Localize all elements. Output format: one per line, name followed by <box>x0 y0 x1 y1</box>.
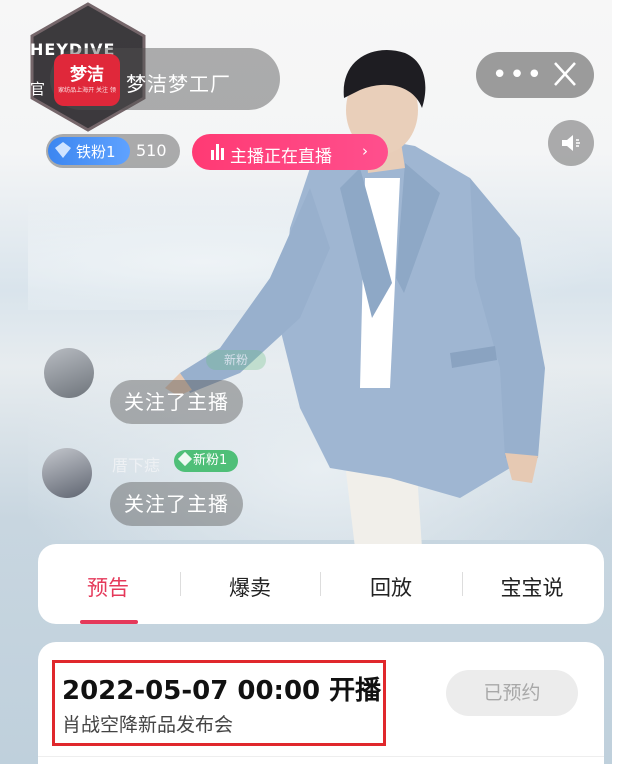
tab-hot-sale[interactable]: 爆卖 <box>190 572 310 602</box>
hex-badge-sub: 官 <box>30 80 46 98</box>
schedule-time: 2022-05-07 00:00 开播 <box>62 676 382 706</box>
store-name[interactable]: 梦洁梦工厂 <box>126 68 231 97</box>
tab-preview[interactable]: 预告 <box>48 572 168 602</box>
chat-username: 厝下痣 <box>112 456 161 475</box>
more-options-icon[interactable]: ••• <box>492 60 544 90</box>
diamond-icon <box>177 451 193 467</box>
divider <box>38 756 604 757</box>
chat-username: TATA爱洁 <box>112 354 182 373</box>
tab-divider <box>462 572 463 596</box>
close-icon[interactable] <box>552 60 578 88</box>
fans-level-label: 铁粉1 <box>76 143 116 161</box>
tab-reviews[interactable]: 宝宝说 <box>472 572 592 602</box>
diamond-icon <box>55 142 71 158</box>
new-fan-tag: 新粉1 <box>174 450 238 472</box>
store-logo-sub: 家纺品上海开 关注 领 <box>58 87 116 94</box>
schedule-title: 肖战空降新品发布会 <box>62 714 234 736</box>
tab-divider <box>320 572 321 596</box>
live-stream-view: HEYDIVE 官 梦洁 家纺品上海开 关注 领 梦洁梦工厂 ••• 铁粉1 5… <box>0 0 640 764</box>
store-logo-text: 梦洁 <box>70 65 104 85</box>
live-bars-icon <box>211 144 224 160</box>
chat-message: 关注了主播 <box>110 380 243 424</box>
new-fan-tag: 新粉 <box>206 350 266 370</box>
right-margin <box>612 0 640 764</box>
active-tab-indicator <box>80 620 138 624</box>
speaker-icon <box>562 135 580 151</box>
fans-count: 510 <box>136 141 167 160</box>
new-fan-tag-label: 新粉1 <box>193 453 228 468</box>
avatar[interactable] <box>42 448 92 498</box>
reserved-button[interactable]: 已预约 <box>446 670 578 716</box>
store-logo[interactable]: 梦洁 家纺品上海开 关注 领 <box>54 54 120 106</box>
live-now-label: 主播正在直播 <box>230 147 332 167</box>
chat-message: 关注了主播 <box>110 482 243 526</box>
tab-divider <box>180 572 181 596</box>
chevron-right-icon: › <box>362 142 368 160</box>
tab-replay[interactable]: 回放 <box>331 572 451 602</box>
avatar[interactable] <box>44 348 94 398</box>
